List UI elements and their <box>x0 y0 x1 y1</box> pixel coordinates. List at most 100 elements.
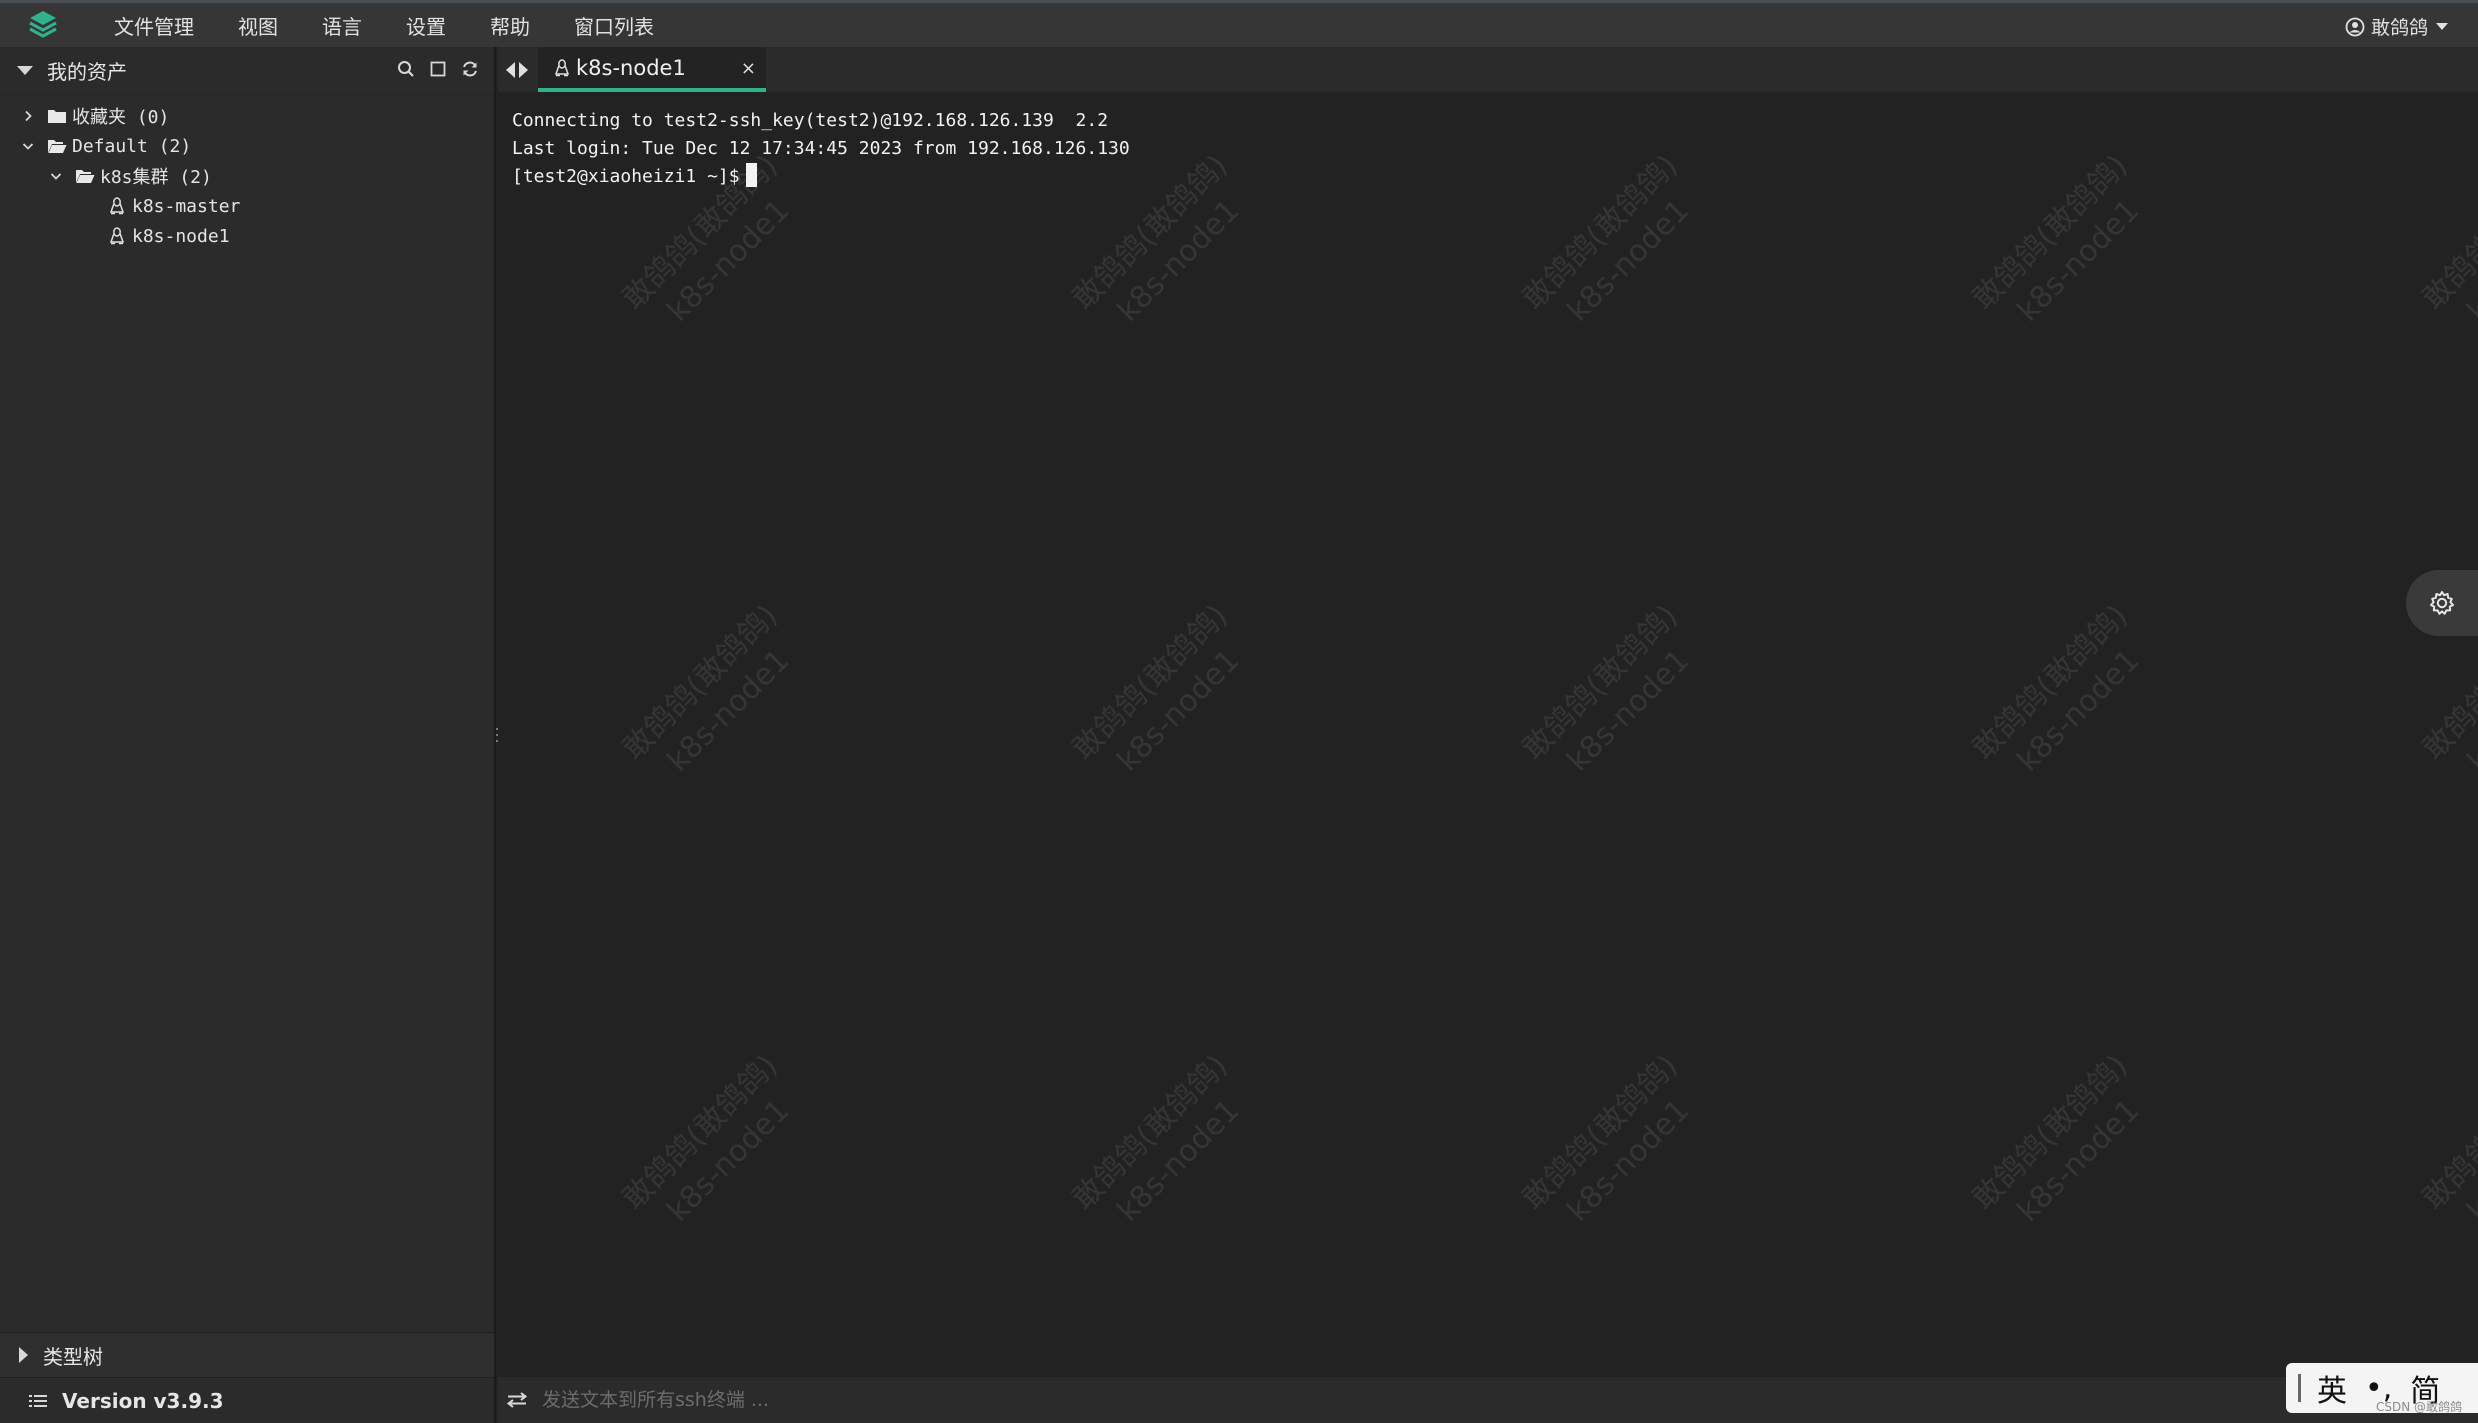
swap-arrows-icon[interactable] <box>506 1392 528 1408</box>
watermark-line: 敢鸽鸽(敢鸽鸽) <box>1965 598 2135 767</box>
menu-settings[interactable]: 设置 <box>406 11 446 40</box>
watermark-text: 敢鸽鸽(敢鸽鸽) k8s-node1 <box>2415 147 2478 347</box>
watermark-text: 敢鸽鸽(敢鸽鸽) k8s-node1 <box>1965 147 2165 347</box>
tree-item-default[interactable]: Default (2) <box>0 131 494 161</box>
watermark-line: k8s-node1 <box>2460 642 2478 779</box>
user-menu[interactable]: 敢鸽鸽 <box>2345 13 2448 40</box>
refresh-icon[interactable] <box>460 59 480 79</box>
expand-triangle-icon[interactable] <box>19 1347 28 1363</box>
type-tree-header[interactable]: 类型树 <box>0 1332 494 1377</box>
close-icon[interactable]: × <box>741 58 756 79</box>
version-label: Version v3.9.3 <box>62 1388 224 1413</box>
chevron-down-icon <box>2436 23 2448 30</box>
menu-bar: 文件管理 视图 语言 设置 帮助 窗口列表 敢鸽鸽 <box>0 0 2478 47</box>
square-icon[interactable] <box>428 59 448 79</box>
watermark-line: 敢鸽鸽(敢鸽鸽) <box>1515 1048 1685 1217</box>
tree-item-label: k8s-node1 <box>132 225 230 247</box>
ime-handle[interactable] <box>2298 1374 2301 1402</box>
tab-prev-icon[interactable] <box>506 61 515 78</box>
menu-view[interactable]: 视图 <box>238 11 278 40</box>
watermark-line: 敢鸽鸽(敢鸽鸽) <box>1515 598 1685 767</box>
watermark-line: 敢鸽鸽(敢鸽鸽) <box>615 1048 785 1217</box>
watermark-line: 敢鸽鸽(敢鸽鸽) <box>1065 1048 1235 1217</box>
tree-item-k8s-master[interactable]: k8s-master <box>0 191 494 221</box>
watermark-line: 敢鸽鸽(敢鸽鸽) <box>1965 1048 2135 1217</box>
broadcast-text-input[interactable] <box>540 1388 2040 1412</box>
watermark-line: 敢鸽鸽(敢鸽鸽) <box>2415 1048 2478 1217</box>
asset-panel-title: 我的资产 <box>47 60 127 84</box>
watermark-line: k8s-node1 <box>1560 1092 1697 1229</box>
menu-language[interactable]: 语言 <box>322 11 362 40</box>
watermark-line: 敢鸽鸽(敢鸽鸽) <box>1965 148 2135 317</box>
watermark-text: 敢鸽鸽(敢鸽鸽) k8s-node1 <box>2415 1047 2478 1247</box>
tree-item-k8s-cluster[interactable]: k8s集群 (2) <box>0 161 494 191</box>
tree-item-label: Default (2) <box>72 135 192 157</box>
terminal-prompt-line: [test2@xiaoheizi1 ~]$ <box>512 163 1130 191</box>
terminal-cursor <box>745 163 757 187</box>
watermark-line: k8s-node1 <box>1560 642 1697 779</box>
watermark-line: k8s-node1 <box>1560 192 1697 329</box>
watermark-line: k8s-node1 <box>2010 192 2147 329</box>
watermark-text: 敢鸽鸽(敢鸽鸽) k8s-node1 <box>615 597 815 797</box>
chevron-down-icon[interactable] <box>48 168 64 184</box>
folder-open-icon <box>46 136 68 156</box>
tab-label: k8s-node1 <box>576 55 686 80</box>
watermark-line: k8s-node1 <box>660 642 797 779</box>
tree-item-label: k8s-master <box>132 195 241 217</box>
list-icon[interactable] <box>28 1393 48 1409</box>
watermark-text: 敢鸽鸽(敢鸽鸽) k8s-node1 <box>1065 1047 1265 1247</box>
menu-help[interactable]: 帮助 <box>490 11 530 40</box>
gear-icon <box>2428 589 2456 617</box>
tab-bar: k8s-node1 × <box>498 47 2478 92</box>
chevron-down-icon[interactable] <box>20 138 36 154</box>
watermark-text: 敢鸽鸽(敢鸽鸽) k8s-node1 <box>1515 597 1715 797</box>
linux-icon <box>554 58 570 77</box>
tree-item-label: k8s集群 (2) <box>100 167 212 188</box>
watermark-text: 敢鸽鸽(敢鸽鸽) k8s-node1 <box>1515 147 1715 347</box>
watermark-text: 敢鸽鸽(敢鸽鸽) k8s-node1 <box>1965 1047 2165 1247</box>
type-tree-label: 类型树 <box>43 1344 103 1369</box>
watermark-text: 敢鸽鸽(敢鸽鸽) k8s-node1 <box>1065 597 1265 797</box>
tree-item-k8s-node1[interactable]: k8s-node1 <box>0 221 494 251</box>
user-avatar-icon <box>2345 17 2365 37</box>
watermark-line: 敢鸽鸽(敢鸽鸽) <box>2415 148 2478 317</box>
folder-open-icon <box>74 166 96 186</box>
watermark-line: k8s-node1 <box>1110 192 1247 329</box>
watermark-line: k8s-node1 <box>2010 642 2147 779</box>
watermark-line: k8s-node1 <box>660 192 797 329</box>
asset-sidebar: 我的资产 收藏夹 (0) Default (2) k8s集群 (2) k8s-m… <box>0 47 496 1423</box>
watermark-text: 敢鸽鸽(敢鸽鸽) k8s-node1 <box>615 1047 815 1247</box>
terminal-settings-button[interactable] <box>2406 570 2478 636</box>
asset-tree: 收藏夹 (0) Default (2) k8s集群 (2) k8s-master… <box>0 95 494 251</box>
ime-mode[interactable]: 英 <box>2317 1366 2347 1410</box>
collapse-triangle-icon[interactable] <box>17 66 33 75</box>
linux-icon <box>106 226 128 246</box>
tab-next-icon[interactable] <box>519 61 528 78</box>
watermark-line: k8s-node1 <box>1110 1092 1247 1229</box>
watermark-line: 敢鸽鸽(敢鸽鸽) <box>1515 148 1685 317</box>
watermark-line: 敢鸽鸽(敢鸽鸽) <box>615 598 785 767</box>
tree-item-favorites[interactable]: 收藏夹 (0) <box>0 101 494 131</box>
watermark-line: k8s-node1 <box>2010 1092 2147 1229</box>
user-name: 敢鸽鸽 <box>2370 17 2428 39</box>
terminal-line: Last login: Tue Dec 12 17:34:45 2023 fro… <box>512 138 1130 159</box>
terminal-line: Connecting to test2-ssh_key(test2)@192.1… <box>512 110 1109 131</box>
chevron-right-icon[interactable] <box>20 108 36 124</box>
tree-item-label: 收藏夹 (0) <box>72 107 170 128</box>
watermark-line: k8s-node1 <box>660 1092 797 1229</box>
folder-icon <box>46 106 68 126</box>
watermark-text: 敢鸽鸽(敢鸽鸽) k8s-node1 <box>1515 1047 1715 1247</box>
terminal-area[interactable]: Connecting to test2-ssh_key(test2)@192.1… <box>498 92 2478 1377</box>
terminal-output: Connecting to test2-ssh_key(test2)@192.1… <box>512 107 1130 191</box>
broadcast-input-bar <box>498 1377 2478 1423</box>
watermark-line: k8s-node1 <box>2460 1092 2478 1229</box>
asset-panel-header[interactable]: 我的资产 <box>0 47 494 95</box>
tab-navigation <box>506 47 528 92</box>
menu-file-manager[interactable]: 文件管理 <box>114 11 194 40</box>
linux-icon <box>106 196 128 216</box>
search-icon[interactable] <box>396 59 416 79</box>
watermark-line: k8s-node1 <box>1110 642 1247 779</box>
menu-window-list[interactable]: 窗口列表 <box>574 11 654 40</box>
tab-k8s-node1[interactable]: k8s-node1 × <box>538 47 766 92</box>
app-logo-icon <box>26 8 60 42</box>
